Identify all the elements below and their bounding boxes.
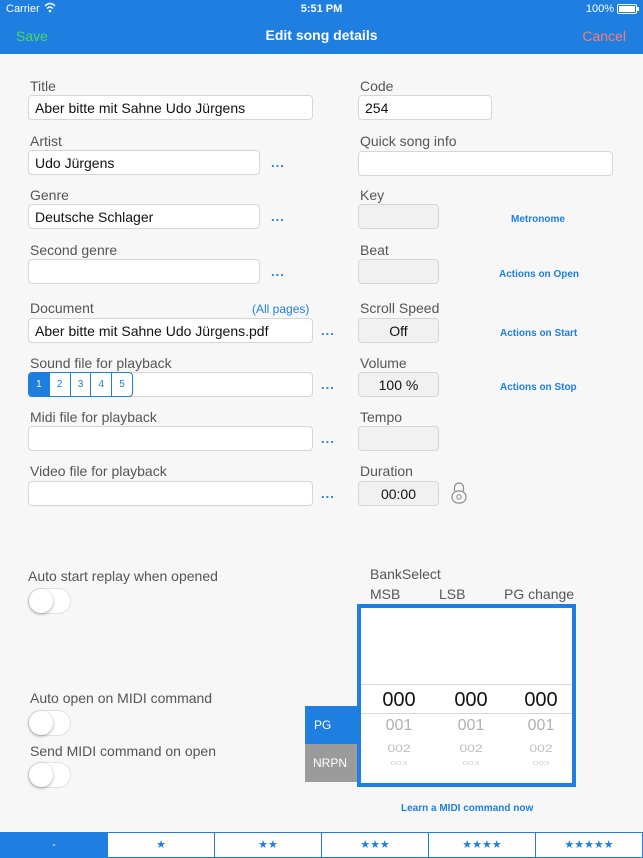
beat-label: Beat (360, 242, 389, 258)
msb-next-value: 001 (385, 717, 413, 734)
clock: 5:51 PM (300, 3, 343, 15)
beat-field[interactable] (358, 259, 439, 284)
actions-on-stop-link[interactable]: Actions on Stop (500, 382, 577, 393)
all-pages-link[interactable]: (All pages) (252, 302, 309, 316)
pg-next3-value: 003 (532, 760, 550, 767)
msb-selected-value: 000 (382, 689, 416, 711)
video-file-label: Video file for playback (30, 463, 167, 479)
second-genre-label: Second genre (30, 242, 118, 258)
send-midi-label: Send MIDI command on open (30, 743, 216, 759)
sound-tab-2[interactable]: 2 (48, 373, 70, 396)
send-midi-toggle[interactable] (28, 762, 71, 788)
rating-1-star[interactable]: ★ (107, 833, 214, 857)
navigation-bar: Save Edit song details Cancel (0, 18, 643, 54)
status-bar: Carrier 5:51 PM 100% (0, 0, 643, 18)
quick-info-label: Quick song info (360, 133, 457, 149)
actions-on-open-link[interactable]: Actions on Open (499, 269, 579, 280)
bankselect-label: BankSelect (370, 566, 441, 582)
pg-button[interactable]: PG (305, 706, 357, 744)
video-file-field[interactable] (28, 481, 313, 506)
midi-value-picker[interactable]: 000 000 000 001 001 001 002 002 002 003 … (357, 604, 576, 787)
sound-tab-3[interactable]: 3 (69, 373, 91, 396)
artist-label: Artist (30, 133, 62, 149)
midi-file-field[interactable] (28, 426, 313, 451)
second-genre-field[interactable] (28, 259, 260, 284)
scroll-speed-label: Scroll Speed (360, 300, 440, 316)
code-label: Code (360, 78, 394, 94)
page-title: Edit song details (265, 27, 378, 43)
auto-open-midi-label: Auto open on MIDI command (30, 690, 213, 706)
genre-label: Genre (30, 187, 69, 203)
pg-next-value: 001 (527, 717, 555, 734)
lsb-next3-value: 003 (462, 760, 480, 767)
key-label: Key (360, 187, 385, 203)
rating-none[interactable]: - (1, 833, 107, 857)
title-field[interactable]: Aber bitte mit Sahne Udo Jürgens (28, 95, 313, 120)
lsb-next2-value: 002 (459, 741, 483, 755)
lsb-next-value: 001 (457, 717, 485, 734)
sound-tab-5[interactable]: 5 (111, 373, 132, 396)
rating-2-stars[interactable]: ★★ (214, 833, 321, 857)
rating-bar: - ★ ★★ ★★★ ★★★★ ★★★★★ (0, 832, 643, 858)
auto-start-label: Auto start replay when opened (28, 568, 218, 584)
pg-selected-value: 000 (524, 689, 558, 711)
video-file-more-button[interactable]: ... (321, 486, 335, 501)
actions-on-start-link[interactable]: Actions on Start (500, 328, 577, 339)
sound-file-tabs: 1 2 3 4 5 (28, 372, 133, 397)
volume-label: Volume (360, 355, 407, 371)
lock-icon[interactable] (451, 481, 467, 505)
key-field[interactable] (358, 204, 439, 229)
battery-percent: 100% (585, 3, 614, 15)
tempo-field[interactable] (358, 426, 439, 451)
rating-4-stars[interactable]: ★★★★ (428, 833, 535, 857)
second-genre-more-button[interactable]: ... (271, 264, 285, 279)
msb-label: MSB (370, 586, 401, 602)
learn-midi-link[interactable]: Learn a MIDI command now (401, 803, 533, 814)
tempo-label: Tempo (360, 409, 403, 425)
metronome-link[interactable]: Metronome (511, 214, 565, 225)
rating-3-stars[interactable]: ★★★ (321, 833, 428, 857)
volume-field[interactable]: 100 % (358, 372, 439, 397)
auto-open-midi-toggle[interactable] (28, 710, 71, 736)
pg-change-label: PG change (504, 586, 575, 602)
auto-start-toggle[interactable] (28, 588, 71, 614)
lsb-selected-value: 000 (454, 689, 488, 711)
document-field[interactable]: Aber bitte mit Sahne Udo Jürgens.pdf (28, 318, 313, 343)
scroll-speed-field[interactable]: Off (358, 318, 439, 343)
genre-more-button[interactable]: ... (271, 209, 285, 224)
code-field[interactable]: 254 (358, 95, 492, 120)
duration-label: Duration (360, 463, 413, 479)
lsb-label: LSB (439, 586, 466, 602)
sound-file-more-button[interactable]: ... (321, 377, 335, 392)
rating-5-stars[interactable]: ★★★★★ (535, 833, 642, 857)
sound-tab-4[interactable]: 4 (90, 373, 111, 396)
battery-icon (617, 4, 639, 14)
document-more-button[interactable]: ... (321, 323, 335, 338)
sound-tab-1[interactable]: 1 (29, 373, 49, 396)
msb-next3-value: 003 (390, 760, 408, 767)
duration-field[interactable]: 00:00 (358, 481, 439, 506)
artist-field[interactable]: Udo Jürgens (28, 150, 260, 175)
cancel-button[interactable]: Cancel (582, 28, 626, 44)
title-label: Title (30, 78, 56, 94)
artist-more-button[interactable]: ... (271, 155, 285, 170)
sound-file-label: Sound file for playback (30, 355, 172, 371)
midi-file-label: Midi file for playback (30, 409, 157, 425)
nrpn-button[interactable]: NRPN (305, 744, 357, 782)
msb-next2-value: 002 (387, 741, 411, 755)
genre-field[interactable]: Deutsche Schlager (28, 204, 260, 229)
quick-info-field[interactable] (358, 151, 613, 176)
document-label: Document (30, 300, 94, 316)
midi-file-more-button[interactable]: ... (321, 431, 335, 446)
pg-next2-value: 002 (529, 741, 553, 755)
